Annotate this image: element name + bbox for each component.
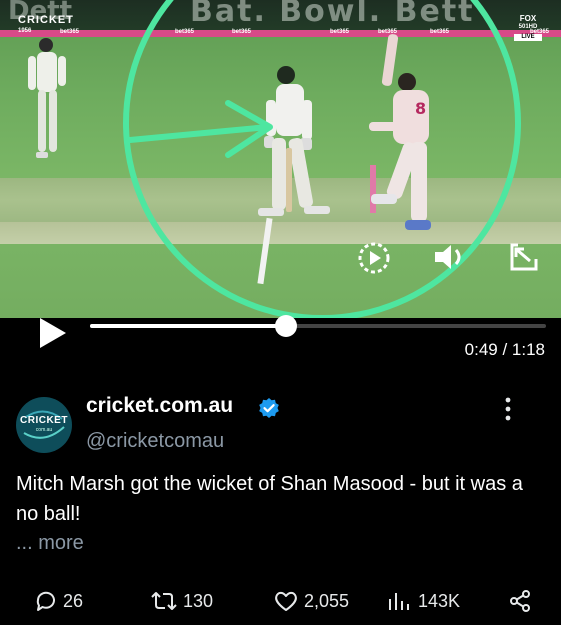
verified-badge-icon [259,398,279,418]
post-text: Mitch Marsh got the wicket of Shan Masoo… [16,473,523,525]
repost-button[interactable]: 130 [150,588,213,614]
seek-handle[interactable] [275,315,298,337]
play-button[interactable] [38,316,68,350]
reply-icon [36,591,55,611]
fielder-figure [28,38,66,158]
seek-progress [90,324,287,328]
broadcaster-name: FOX [519,14,537,23]
views-button[interactable]: 143K [387,588,460,614]
pop-out-icon[interactable] [508,241,542,273]
view-count: 143K [418,590,461,611]
video-player[interactable]: Dett Bat. Bowl. Bett bet365 bet365 bet36… [0,0,561,318]
reply-button[interactable]: 26 [34,588,83,614]
avatar-text: CRICKET [20,415,68,426]
time-display: 0:49 / 1:18 [464,340,545,359]
channel-number: 501HD [518,24,538,30]
like-count: 2,055 [304,590,350,611]
avatar[interactable]: CRICKET com.au [16,397,72,453]
replay-icon[interactable] [356,241,392,275]
heart-icon [275,591,297,611]
avatar-subtext: com.au [35,427,53,433]
broadcast-logo: CRICKET 1956 [18,15,74,37]
views-chart-icon [389,593,409,610]
like-button[interactable]: 2,055 [273,588,349,614]
repost-icon [151,592,177,610]
show-more-link[interactable]: ... more [16,532,84,555]
highlight-arrow [128,100,273,158]
share-button[interactable] [508,588,532,614]
reply-count: 26 [63,590,84,611]
broadcast-logo-text: CRICKET [18,14,74,26]
share-icon [510,590,530,612]
more-options-icon[interactable] [500,396,516,422]
live-badge: LIVE [514,34,542,41]
volume-icon[interactable] [432,242,466,272]
seek-bar[interactable] [90,315,546,337]
display-name[interactable]: cricket.com.au [86,394,233,418]
user-handle[interactable]: @cricketcomau [86,430,224,453]
repost-count: 130 [183,590,214,611]
broadcaster-badge: FOX 501HD LIVE [514,14,542,41]
